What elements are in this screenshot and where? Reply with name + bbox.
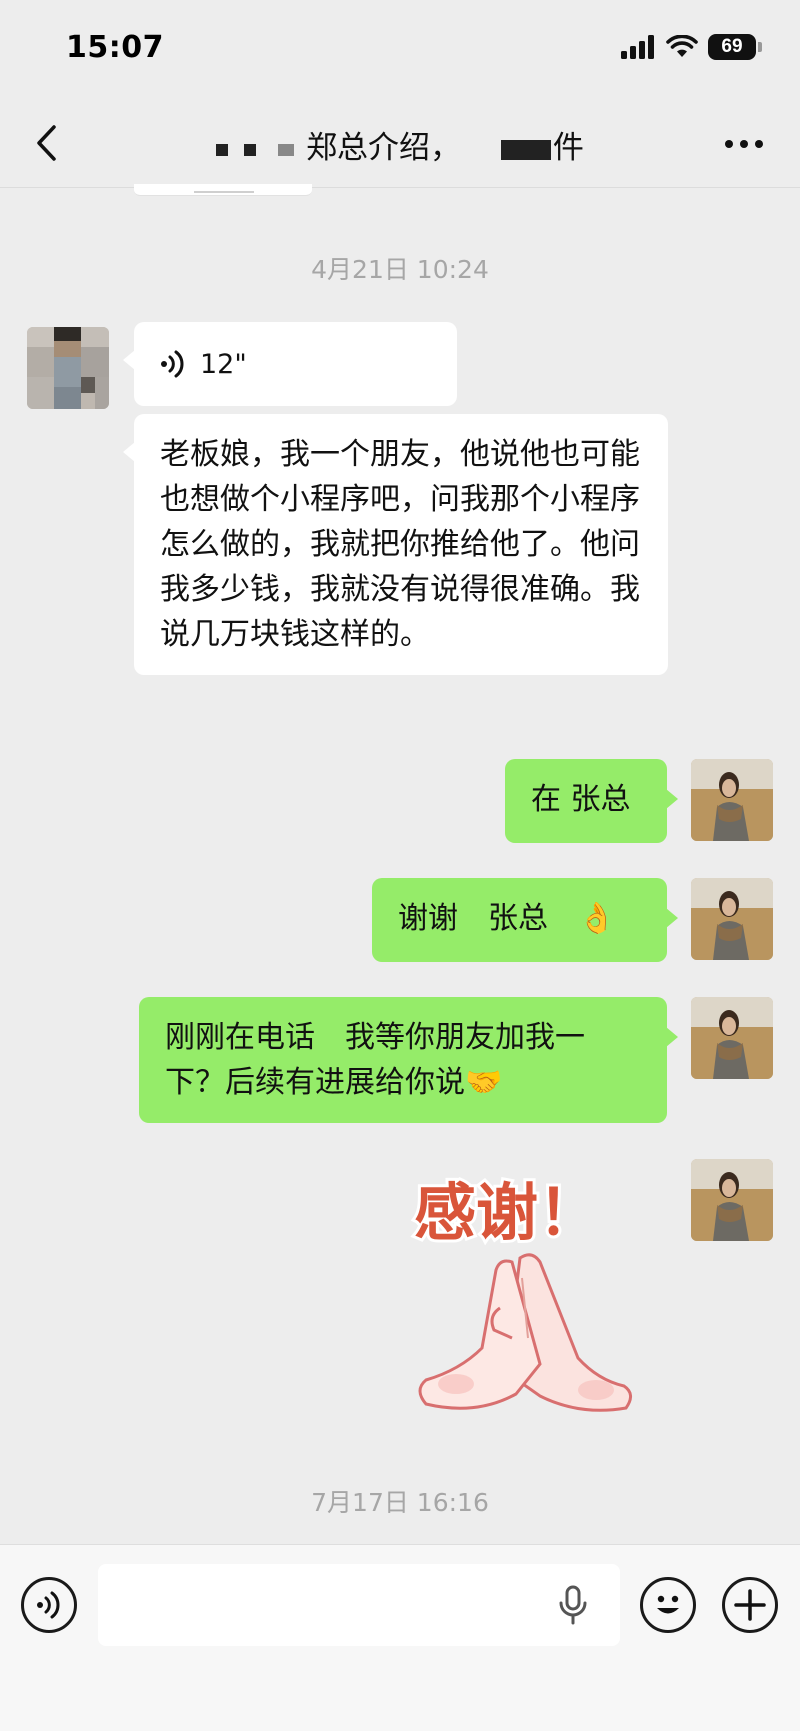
self-avatar[interactable] [691, 997, 773, 1079]
sticker-caption: 感谢！ [414, 1176, 600, 1249]
microphone-button[interactable] [556, 1585, 590, 1629]
message-input[interactable] [98, 1564, 620, 1646]
message-timestamp: 7月17日 16:16 [311, 1488, 489, 1517]
status-time: 15:07 [66, 30, 164, 65]
thanks-sticker[interactable]: 感谢！ [400, 1158, 660, 1418]
outgoing-text-bubble[interactable]: 在 张总 [505, 759, 678, 843]
voice-input-button[interactable] [21, 1577, 77, 1633]
previous-message-fragment [134, 184, 312, 196]
microphone-icon [559, 1585, 587, 1625]
emoji-icon [657, 1595, 679, 1614]
wifi-icon [666, 35, 698, 57]
chat-title-text: 郑总介绍， [306, 130, 462, 166]
plus-button[interactable] [722, 1577, 778, 1633]
chat-nav-bar: 郑总介绍， 件 [0, 100, 800, 188]
redacted-title-part [500, 139, 551, 160]
message-text: 刚刚在电话 我等你朋友加我一下？后续有进展给你说🤝 [165, 1020, 585, 1100]
redacted-name [244, 143, 257, 156]
message-text: 在 张总 [531, 782, 631, 817]
praying-hands-icon [418, 1253, 632, 1412]
redacted-name [216, 143, 229, 156]
self-avatar[interactable] [691, 878, 773, 960]
more-icon [725, 140, 763, 148]
plus-icon [734, 1589, 766, 1621]
voice-wave-icon [161, 350, 184, 378]
message-text: 老板娘，我一个朋友，他说他也可能也想做个小程序吧，问我那个小程序怎么做的，我就把… [160, 437, 640, 652]
incoming-text-bubble[interactable]: 老板娘，我一个朋友，他说他也可能也想做个小程序吧，问我那个小程序怎么做的，我就把… [123, 414, 668, 675]
voice-duration: 12" [200, 348, 247, 380]
signal-icon [621, 35, 654, 59]
chat-title-suffix: 件 [552, 130, 584, 166]
contact-avatar[interactable] [27, 327, 109, 409]
self-avatar[interactable] [691, 1159, 773, 1241]
battery-icon: 69 [708, 34, 756, 60]
voice-input-icon [37, 1591, 60, 1619]
message-timestamp: 4月21日 10:24 [311, 255, 489, 284]
outgoing-text-bubble[interactable]: 刚刚在电话 我等你朋友加我一下？后续有进展给你说🤝 [139, 997, 678, 1123]
status-icons: 69 [620, 34, 762, 60]
battery-tip [758, 42, 762, 52]
chat-title: 郑总介绍， 件 [0, 122, 800, 167]
emoji-button[interactable] [640, 1577, 696, 1633]
outgoing-text-bubble[interactable]: 谢谢 张总 👌 [372, 878, 678, 962]
status-bar: 15:07 69 [0, 0, 800, 100]
message-text: 谢谢 张总 👌 [398, 901, 616, 936]
more-button[interactable] [716, 122, 772, 166]
chat-input-bar [0, 1544, 800, 1731]
self-avatar[interactable] [691, 759, 773, 841]
redacted-name [278, 143, 295, 156]
voice-message-bubble[interactable]: 12" [123, 322, 457, 406]
